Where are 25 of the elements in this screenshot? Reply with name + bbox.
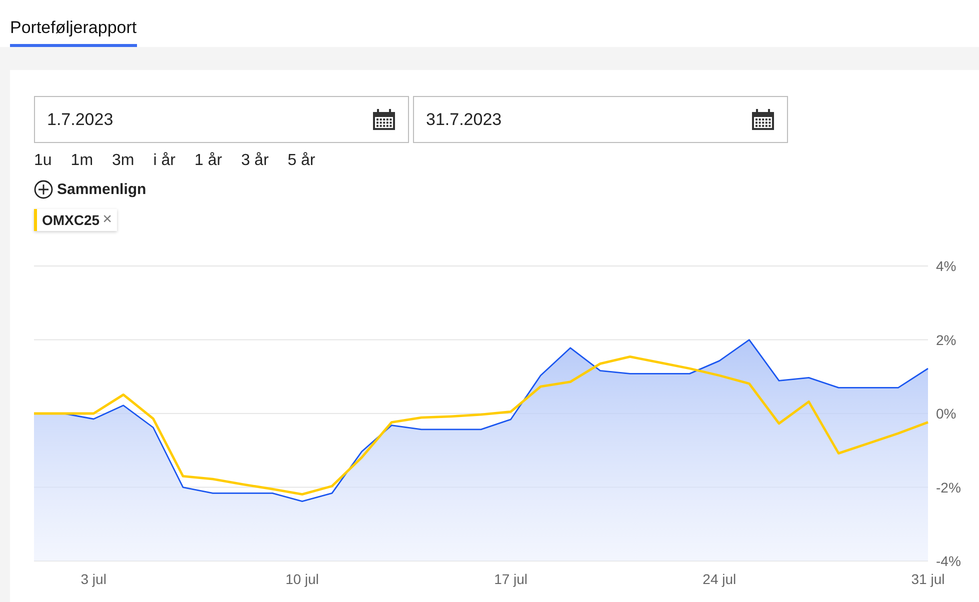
x-axis-label: 24 jul [702, 571, 736, 587]
x-axis-label: 17 jul [494, 571, 528, 587]
y-axis-label: 4% [936, 258, 956, 274]
period-button[interactable]: 5 år [288, 150, 316, 172]
y-axis-label: -4% [936, 553, 961, 569]
period-button[interactable]: 1u [34, 150, 52, 172]
period-button[interactable]: 1m [70, 150, 94, 172]
period-button[interactable]: 3 år [241, 150, 269, 172]
chip-label: OMXC25 [42, 212, 100, 228]
calendar-icon[interactable] [751, 108, 775, 130]
x-axis-label: 3 jul [80, 571, 106, 587]
calendar-icon[interactable] [372, 108, 396, 130]
period-button[interactable]: i år [153, 150, 176, 172]
y-axis-label: 0% [936, 406, 956, 422]
compare-button[interactable]: Sammenlign [34, 180, 146, 199]
date-field[interactable]: 31.7.2023 [413, 96, 788, 143]
add-icon [34, 180, 53, 199]
period-button[interactable]: 3m [112, 150, 134, 172]
date-field[interactable]: 1.7.2023 [34, 96, 409, 143]
remove-button[interactable]: × [102, 212, 112, 228]
x-axis-label: 31 jul [911, 571, 945, 587]
x-axis-label: 10 jul [285, 571, 319, 587]
y-axis-label: 2% [936, 332, 956, 348]
period-button[interactable]: 1 år [194, 150, 222, 172]
y-axis-label: -2% [936, 479, 961, 496]
